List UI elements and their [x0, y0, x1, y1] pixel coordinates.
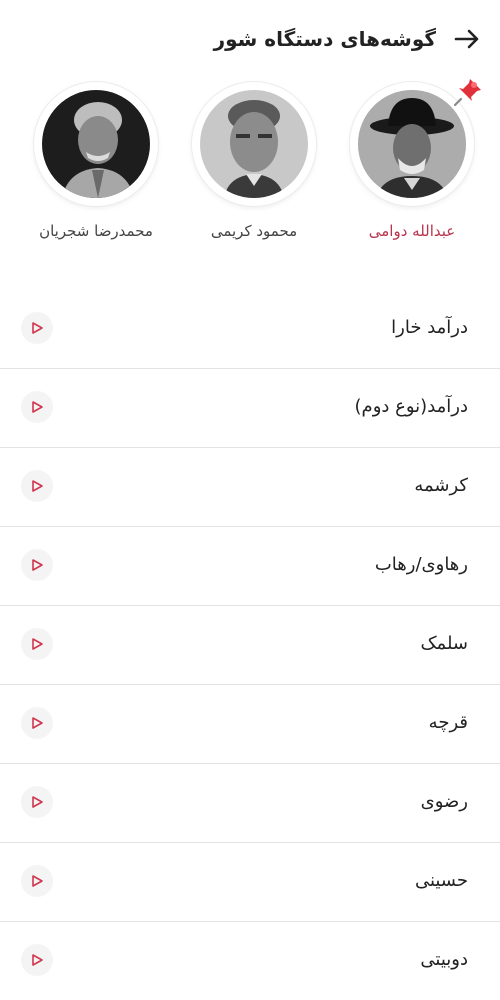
- gooshe-label: کرشمه: [414, 475, 468, 496]
- arrow-right-icon[interactable]: [452, 24, 482, 54]
- avatar[interactable]: [200, 90, 308, 198]
- artist-card-davami[interactable]: عبدالله دوامی: [340, 79, 481, 252]
- play-icon: [32, 401, 43, 413]
- page-title: گوشه‌های دستگاه شور: [213, 27, 436, 51]
- artist-name: عبدالله دوامی: [368, 222, 456, 240]
- avatar-ring: [192, 82, 316, 206]
- app-header: گوشه‌های دستگاه شور: [0, 0, 500, 78]
- avatar[interactable]: [42, 90, 150, 198]
- play-icon: [32, 717, 43, 729]
- list-item[interactable]: درآمد خارا: [0, 290, 500, 369]
- play-icon: [32, 796, 43, 808]
- play-button[interactable]: [21, 786, 53, 818]
- play-button[interactable]: [21, 944, 53, 976]
- list-item[interactable]: حسینی: [0, 843, 500, 922]
- play-button[interactable]: [21, 865, 53, 897]
- artist-card-karimi[interactable]: محمود کریمی: [182, 82, 322, 252]
- play-button[interactable]: [21, 549, 53, 581]
- list-item[interactable]: قرچه: [0, 685, 500, 764]
- gooshe-label: رضوی: [420, 791, 468, 812]
- list-item[interactable]: دوبیتی: [0, 922, 500, 1000]
- play-button[interactable]: [21, 628, 53, 660]
- play-button[interactable]: [21, 391, 53, 423]
- play-button[interactable]: [21, 707, 53, 739]
- play-icon: [32, 954, 43, 966]
- gooshe-label: حسینی: [414, 870, 468, 891]
- play-button[interactable]: [21, 470, 53, 502]
- gooshe-label: درآمد(نوع دوم): [354, 396, 468, 417]
- avatar[interactable]: [358, 90, 466, 198]
- artist-name: محمود کریمی: [210, 222, 298, 240]
- gooshe-label: درآمد خارا: [391, 317, 468, 338]
- play-icon: [32, 875, 43, 887]
- play-icon: [32, 322, 43, 334]
- gooshe-label: رهاوی/رهاب: [374, 554, 468, 575]
- gooshe-label: قرچه: [428, 712, 468, 733]
- list-item[interactable]: سلمک: [0, 606, 500, 685]
- play-button[interactable]: [21, 312, 53, 344]
- list-item[interactable]: کرشمه: [0, 448, 500, 527]
- list-item[interactable]: رضوی: [0, 764, 500, 843]
- gooshe-label: دوبیتی: [420, 949, 468, 970]
- artist-name: محمدرضا شجریان: [39, 222, 153, 240]
- play-icon: [32, 559, 43, 571]
- gooshe-label: سلمک: [420, 633, 468, 654]
- avatar-ring: [34, 82, 158, 206]
- list-item[interactable]: درآمد(نوع دوم): [0, 369, 500, 448]
- pin-icon: [452, 76, 484, 108]
- list-item[interactable]: رهاوی/رهاب: [0, 527, 500, 606]
- artist-card-shajarian[interactable]: محمدرضا شجریان: [24, 82, 164, 252]
- play-icon: [32, 638, 43, 650]
- play-icon: [32, 480, 43, 492]
- gooshe-list: درآمد خارا درآمد(نوع دوم) کرشمه رهاوی/ره…: [0, 290, 500, 1000]
